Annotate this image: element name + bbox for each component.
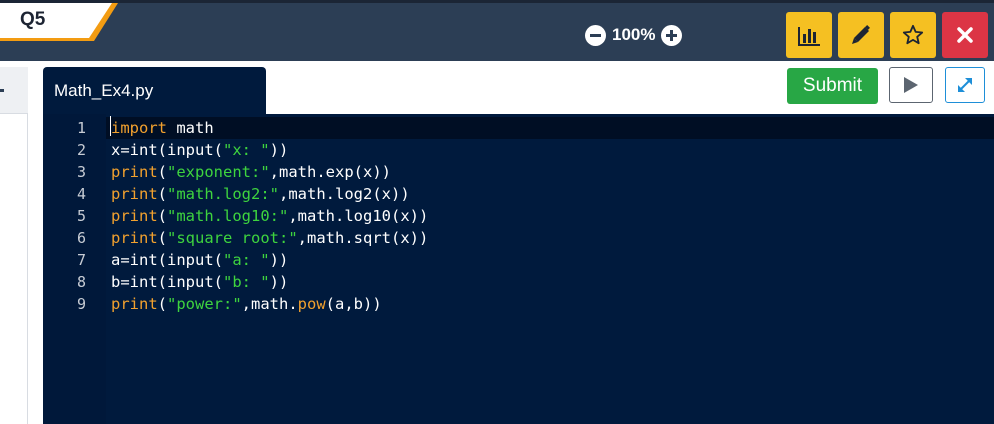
code-token: import	[111, 119, 167, 137]
code-token: print	[111, 295, 158, 313]
line-number: 8	[76, 273, 86, 291]
code-text: import math	[111, 118, 214, 138]
code-token: "a: "	[222, 251, 270, 269]
run-button[interactable]	[889, 67, 933, 103]
zoom-in-icon[interactable]	[661, 24, 683, 46]
line-number: 5	[76, 207, 86, 225]
question-label: Q5	[20, 9, 46, 30]
code-token: ,math.log10(x))	[288, 207, 429, 225]
code-token: print	[111, 163, 158, 181]
code-token: ))	[269, 141, 289, 159]
line-number: 1	[76, 119, 86, 137]
close-button[interactable]	[942, 12, 988, 58]
code-token: "b: "	[222, 273, 270, 291]
code-token: a=int(input(	[111, 251, 223, 269]
code-token: b=int(input(	[111, 273, 223, 291]
code-text: print("math.log2:",math.log2(x))	[111, 184, 410, 204]
code-token: (	[157, 229, 168, 247]
code-text: b=int(input("b: "))	[111, 272, 288, 292]
code-token: "exponent:"	[167, 163, 270, 181]
edit-button[interactable]	[838, 12, 884, 58]
code-token: ,math.	[241, 295, 298, 313]
star-icon	[902, 24, 924, 45]
code-text: a=int(input("a: "))	[111, 250, 288, 270]
code-line[interactable]: 3 print("exponent:",math.exp(x))	[43, 161, 994, 183]
code-line[interactable]: 2 x=int(input("x: "))	[43, 139, 994, 161]
code-text: print("square root:",math.sqrt(x))	[111, 228, 428, 248]
file-tab[interactable]: Math_Ex4.py	[43, 67, 266, 114]
pencil-icon	[852, 25, 870, 44]
code-line[interactable]: 4 print("math.log2:",math.log2(x))	[43, 183, 994, 205]
code-token: (	[157, 163, 168, 181]
code-token: print	[111, 229, 158, 247]
top-bar: Q5 100%	[0, 0, 994, 61]
code-token: (	[157, 185, 168, 203]
code-token: "x: "	[222, 141, 270, 159]
zoom-control: 100%	[585, 22, 683, 48]
code-line[interactable]: 1 import math	[43, 117, 994, 139]
code-lines: 1 import math 2 x=int(input("x: ")) 3 print("…	[43, 117, 994, 315]
play-icon	[904, 77, 918, 93]
code-line[interactable]: 7 a=int(input("a: "))	[43, 249, 994, 271]
line-number: 3	[76, 163, 86, 181]
code-token: "power:"	[167, 295, 242, 313]
code-token: (	[157, 295, 168, 313]
code-token: ))	[269, 251, 289, 269]
zoom-out-icon[interactable]	[585, 24, 606, 46]
code-token: (a,b))	[325, 295, 382, 313]
code-text: print("exponent:",math.exp(x))	[111, 162, 391, 182]
line-number: 7	[76, 251, 86, 269]
code-line[interactable]: 6 print("square root:",math.sqrt(x))	[43, 227, 994, 249]
line-number: 4	[76, 185, 86, 203]
code-token: "math.log2:"	[167, 185, 279, 203]
code-token: ))	[269, 273, 289, 291]
zoom-level: 100%	[612, 25, 656, 44]
close-icon	[957, 27, 973, 43]
stats-button[interactable]	[786, 12, 832, 58]
code-token: print	[111, 185, 158, 203]
code-editor[interactable]: 1 import math 2 x=int(input("x: ")) 3 print("…	[43, 114, 994, 424]
code-token: print	[111, 207, 158, 225]
code-line[interactable]: 9 print("power:",math.pow(a,b))	[43, 293, 994, 315]
question-tab[interactable]: Q5	[0, 3, 118, 41]
text-cursor	[110, 116, 111, 136]
code-token: ,math.log2(x))	[279, 185, 410, 203]
code-text: print("math.log10:",math.log10(x))	[111, 206, 428, 226]
file-tab-label: Math_Ex4.py	[54, 81, 154, 100]
expand-icon	[958, 78, 972, 92]
code-token: ,math.sqrt(x))	[297, 229, 429, 247]
code-text: x=int(input("x: "))	[111, 140, 288, 160]
favorite-button[interactable]	[890, 12, 936, 58]
code-token: ,math.exp(x))	[269, 163, 391, 181]
code-line[interactable]: 5 print("math.log10:",math.log10(x))	[43, 205, 994, 227]
code-token: x=int(input(	[111, 141, 223, 159]
code-token: "square root:"	[167, 229, 298, 247]
line-number: 2	[76, 141, 86, 159]
line-number: 6	[76, 229, 86, 247]
submit-button[interactable]: Submit	[787, 68, 878, 104]
left-panel-tab[interactable]	[0, 67, 28, 114]
code-line[interactable]: 8 b=int(input("b: "))	[43, 271, 994, 293]
code-text: print("power:",math.pow(a,b))	[111, 294, 382, 314]
fullscreen-button[interactable]	[945, 67, 985, 103]
line-number: 9	[76, 295, 86, 313]
code-token: math	[167, 119, 214, 137]
code-token: (	[157, 207, 168, 225]
left-panel	[0, 67, 28, 424]
code-token: pow	[297, 295, 326, 313]
code-token: "math.log10:"	[167, 207, 289, 225]
question-tab-shape	[0, 3, 118, 41]
bar-chart-icon	[798, 27, 820, 46]
